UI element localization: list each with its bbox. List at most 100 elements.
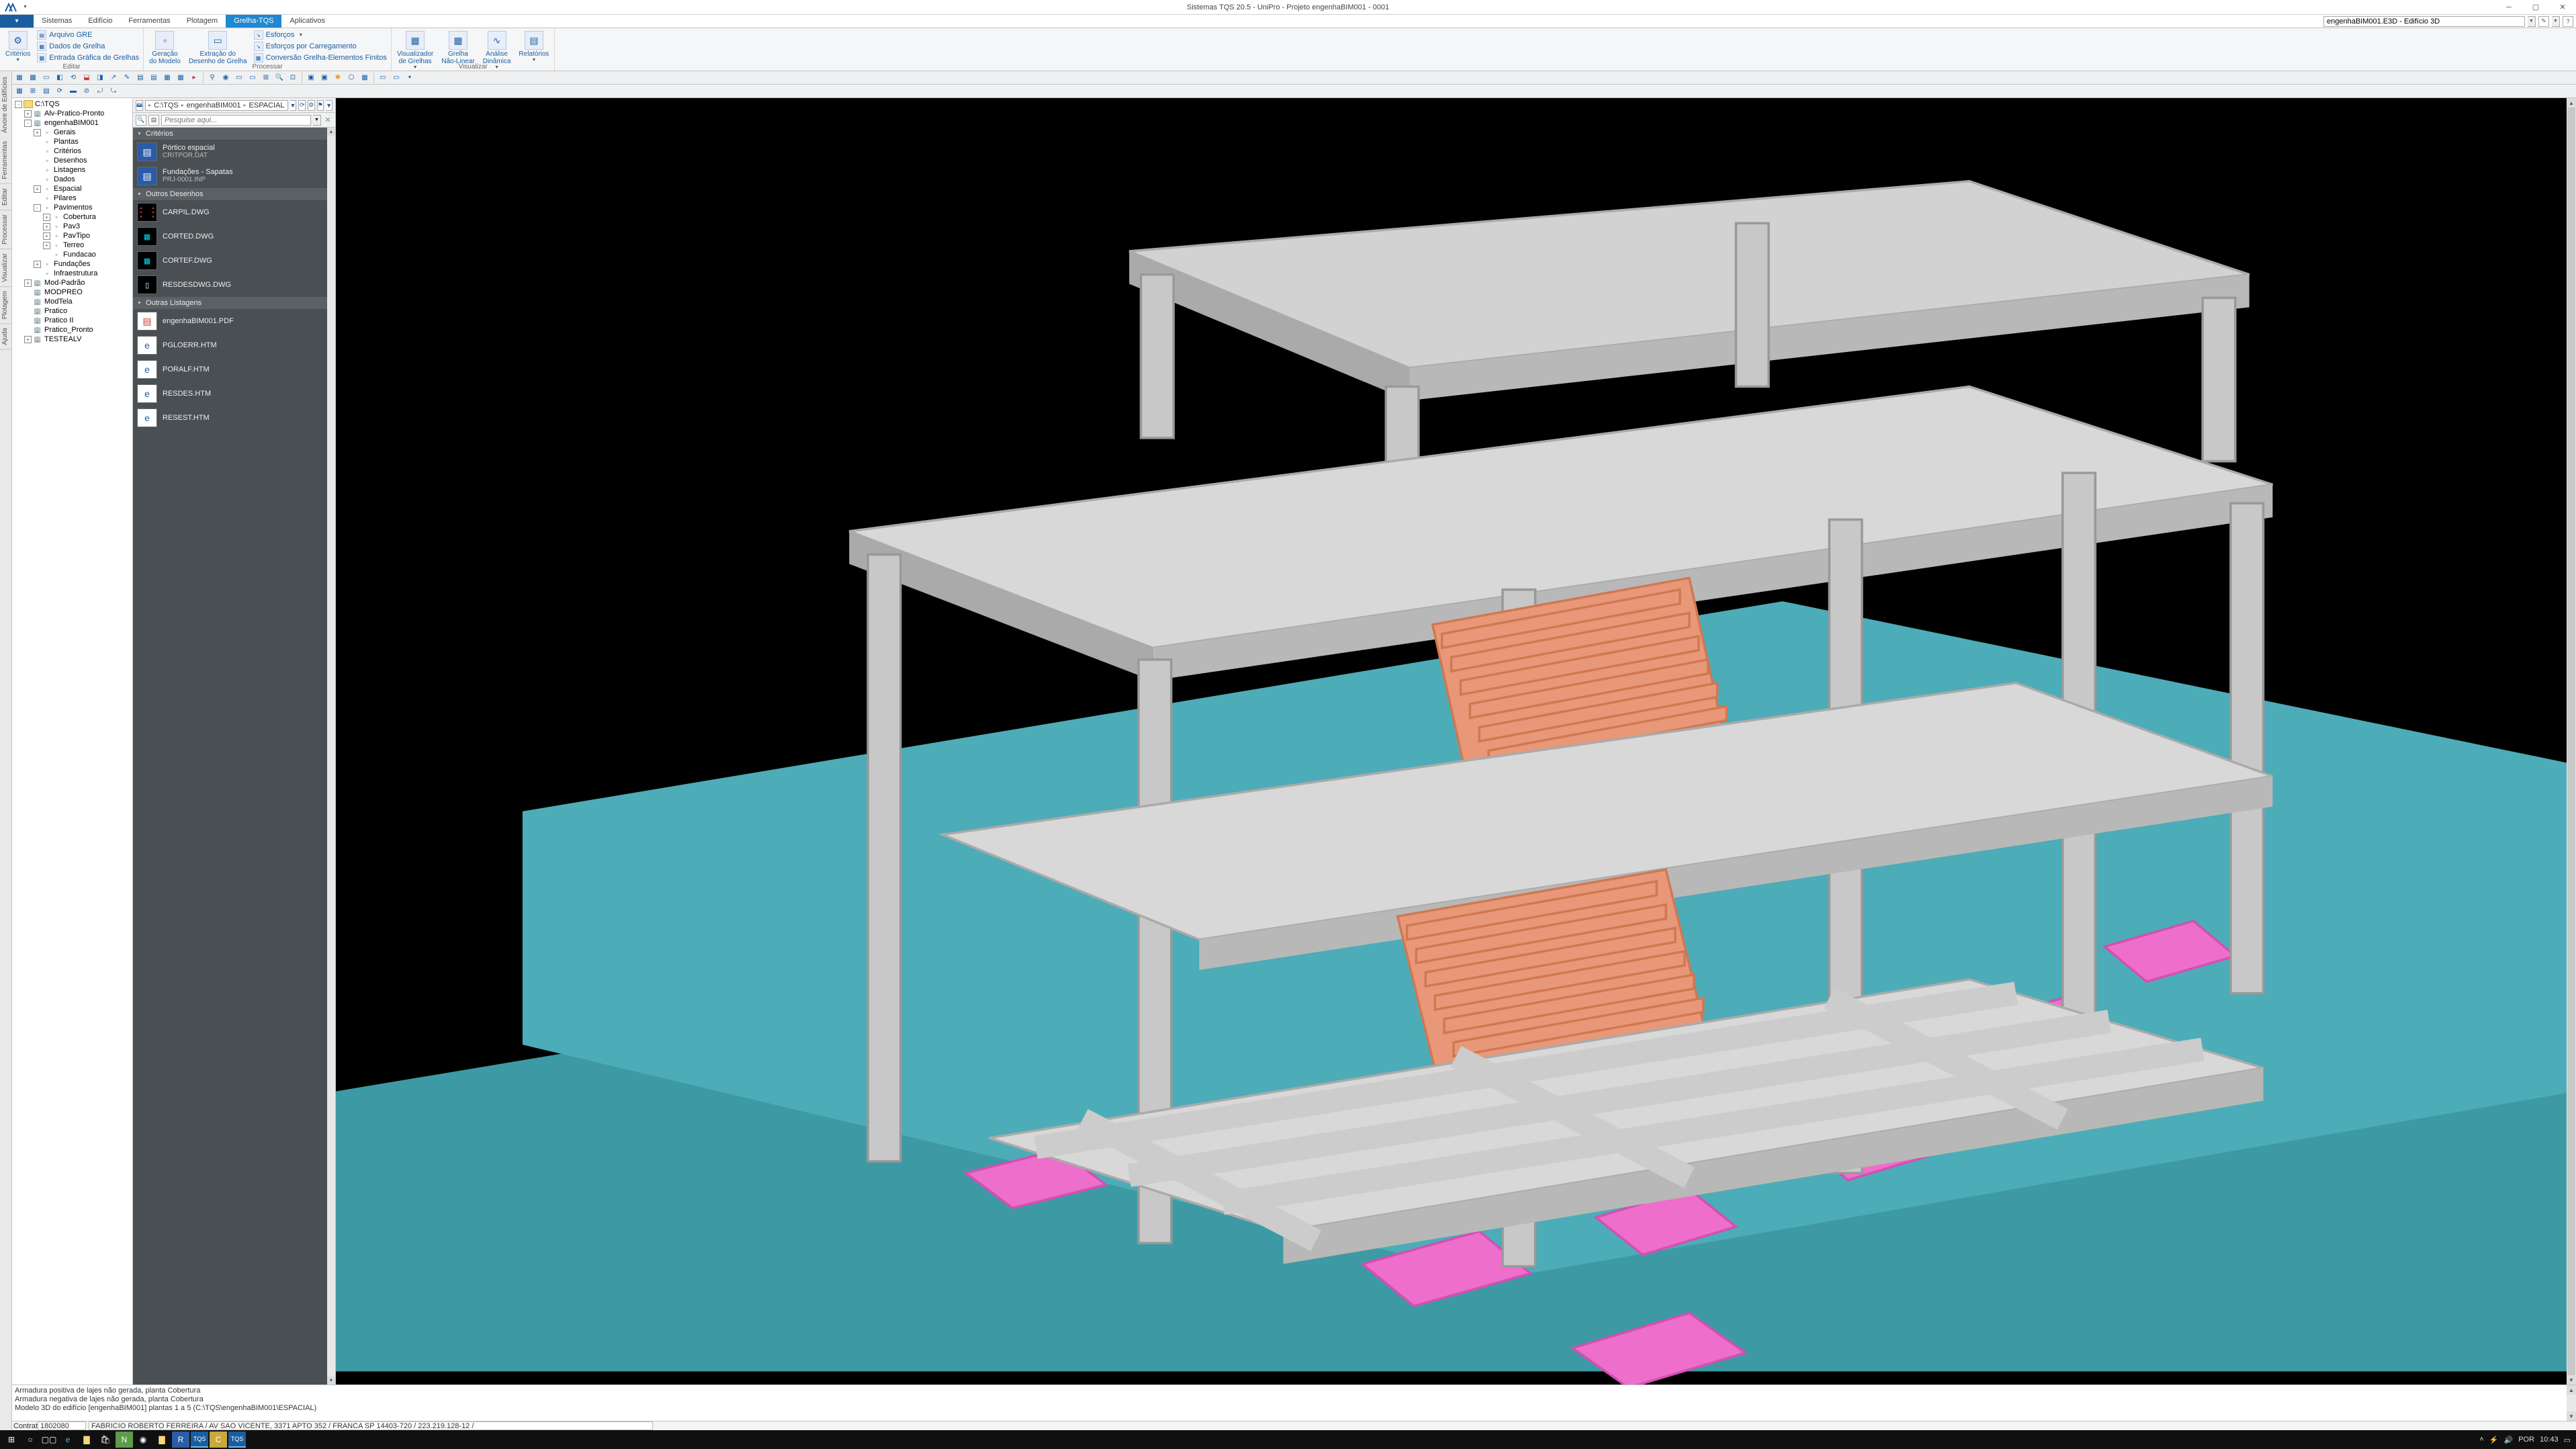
vtab-ferramentas[interactable]: Ferramentas — [0, 137, 11, 184]
tool-icon[interactable]: ▦ — [175, 73, 187, 83]
tree-node[interactable]: +▫Cobertura — [12, 212, 132, 222]
tool-icon[interactable]: ▭ — [377, 73, 389, 83]
tab-edificio[interactable]: Edifício — [80, 15, 120, 28]
vtab-processar[interactable]: Processar — [0, 210, 11, 249]
expand-icon[interactable]: - — [34, 204, 41, 212]
tool-icon[interactable]: ◨ — [94, 73, 106, 83]
nav-section-header[interactable]: ▼Critérios — [133, 128, 335, 140]
tray-lang[interactable]: POR — [2518, 1436, 2534, 1444]
filter-icon[interactable]: ▤ — [148, 115, 159, 126]
tool-icon[interactable]: ⊞ — [27, 86, 39, 97]
dropdown-icon[interactable]: ▼ — [23, 5, 28, 9]
extracao-desenho-button[interactable]: ▭ Extração do Desenho de Grelha — [187, 30, 249, 65]
context-selector[interactable] — [2323, 16, 2525, 27]
tqs-icon[interactable]: TQS — [191, 1432, 208, 1448]
breadcrumb-path[interactable]: ▸ C:\TQS ▸ engenhaBIM001 ▸ ESPACIAL — [145, 100, 287, 111]
tree-node[interactable]: +🏢TESTEALV — [12, 335, 132, 344]
tool-icon[interactable]: ▦ — [359, 73, 371, 83]
tool-icon[interactable]: ⊡ — [287, 73, 299, 83]
vtab-plotagem[interactable]: Plotagem — [0, 287, 11, 324]
tool-icon[interactable]: ⚲ — [206, 73, 218, 83]
navigator-scrollbar[interactable]: ▲ ▼ — [327, 128, 335, 1385]
tool-icon[interactable]: ⊞ — [260, 73, 272, 83]
nav-item[interactable]: ▤Fundações - SapatasPRJ-0001.INP — [133, 164, 335, 188]
taskview-icon[interactable]: ▢▢ — [40, 1432, 58, 1448]
context-dropdown-icon[interactable]: ▼ — [2528, 16, 2536, 27]
nav-item[interactable]: ▤Pórtico espacialCRITPOR.DAT — [133, 140, 335, 164]
viewport-3d[interactable]: ▲ ▼ — [336, 98, 2576, 1385]
nav-item[interactable]: ▦CORTEF.DWG — [133, 249, 335, 273]
tool-icon[interactable]: ◧ — [54, 73, 66, 83]
nav-item[interactable]: ▤engenhaBIM001.PDF — [133, 309, 335, 333]
tree-node[interactable]: 🏢Pratico II — [12, 316, 132, 325]
tool-icon[interactable]: ▭ — [233, 73, 245, 83]
close-button[interactable]: ✕ — [2549, 0, 2576, 15]
expand-icon[interactable]: + — [24, 279, 32, 287]
tool-icon[interactable]: ⤿ — [107, 86, 120, 97]
maximize-button[interactable]: ▢ — [2522, 0, 2549, 15]
scroll-down-icon[interactable]: ▼ — [2567, 1411, 2576, 1421]
message-log[interactable]: Armadura positiva de lajes não gerada, p… — [12, 1385, 2576, 1421]
tree-node[interactable]: ▫Critérios — [12, 146, 132, 156]
tool-icon[interactable]: ▭ — [40, 73, 52, 83]
tray-time[interactable]: 10:43 — [2540, 1436, 2559, 1444]
tool-icon[interactable]: ✱ — [332, 73, 344, 83]
expand-icon[interactable]: - — [15, 101, 22, 108]
nav-section-header[interactable]: ▼Outras Listagens — [133, 297, 335, 309]
edit-dropdown-icon[interactable]: ▼ — [2552, 16, 2560, 27]
scroll-up-icon[interactable]: ▲ — [2567, 98, 2576, 107]
tab-aplicativos[interactable]: Aplicativos — [281, 15, 333, 28]
notifications-icon[interactable]: ▭ — [2564, 1436, 2571, 1444]
chrome-icon[interactable]: ◉ — [134, 1432, 152, 1448]
tree-node[interactable]: +▫Terreo — [12, 240, 132, 250]
scrollbar-thumb[interactable] — [2567, 107, 2575, 1375]
expand-icon[interactable]: + — [43, 223, 50, 230]
expand-icon[interactable]: + — [34, 185, 41, 193]
navigator-list[interactable]: ▼Critérios▤Pórtico espacialCRITPOR.DAT▤F… — [133, 128, 335, 1385]
scroll-up-icon[interactable]: ▲ — [327, 128, 335, 136]
tree-node[interactable]: ▫Plantas — [12, 137, 132, 146]
tool-icon[interactable]: ▭ — [247, 73, 259, 83]
vtab-ajuda[interactable]: Ajuda — [0, 324, 11, 350]
gear-icon[interactable]: ⚙ — [308, 100, 315, 111]
tab-ferramentas[interactable]: Ferramentas — [120, 15, 178, 28]
search-icon[interactable]: 🔍 — [136, 115, 146, 126]
expand-icon[interactable]: + — [43, 242, 50, 249]
tree-node[interactable]: +▫Fundações — [12, 259, 132, 269]
tree-node[interactable]: 🏢MODPREO — [12, 288, 132, 297]
tree-node[interactable]: ▫Dados — [12, 175, 132, 184]
tray-chevron-icon[interactable]: ˄ — [2479, 1436, 2483, 1444]
edge-icon[interactable]: e — [59, 1432, 77, 1448]
tree-node[interactable]: ▫Pilares — [12, 193, 132, 203]
clear-search-icon[interactable]: ✕ — [323, 116, 332, 125]
tool-icon[interactable]: ▦ — [13, 73, 26, 83]
store-icon[interactable]: 🛍 — [97, 1432, 114, 1448]
edit-icon[interactable]: ✎ — [2538, 16, 2549, 27]
scroll-down-icon[interactable]: ▼ — [327, 1376, 335, 1385]
tool-icon[interactable]: ▦ — [13, 86, 26, 97]
nav-section-header[interactable]: ▼Outros Desenhos — [133, 188, 335, 200]
scroll-down-icon[interactable]: ▼ — [2567, 1375, 2576, 1385]
app-icon[interactable]: N — [116, 1432, 133, 1448]
volume-icon[interactable]: 🔊 — [2504, 1436, 2514, 1444]
start-button[interactable]: ⊞ — [3, 1432, 20, 1448]
tree-node[interactable]: -C:\TQS — [12, 99, 132, 109]
flag-dropdown-icon[interactable]: ▼ — [326, 100, 332, 111]
tool-icon[interactable]: ▤ — [134, 73, 146, 83]
minimize-button[interactable]: ─ — [2495, 0, 2522, 15]
project-tree[interactable]: -C:\TQS+🏢Alv-Pratico-Pronto-🏢engenhaBIM0… — [12, 98, 133, 1385]
tree-node[interactable]: ▫Listagens — [12, 165, 132, 175]
dados-grelha-button[interactable]: ▦Dados de Grelha — [37, 41, 139, 52]
viewport-scrollbar[interactable]: ▲ ▼ — [2567, 98, 2576, 1385]
messages-scrollbar[interactable]: ▲ ▼ — [2567, 1385, 2576, 1421]
nav-item[interactable]: eRESEST.HTM — [133, 406, 335, 430]
tab-grelha-tqs[interactable]: Grelha-TQS — [226, 15, 281, 28]
vtab-editar[interactable]: Editar — [0, 184, 11, 210]
tool-icon[interactable]: ⬡ — [345, 73, 357, 83]
tree-node[interactable]: +▫Pav3 — [12, 222, 132, 231]
conversao-fem-button[interactable]: ▩Conversão Grelha-Elementos Finitos — [254, 52, 387, 63]
tool-icon[interactable]: ◉ — [220, 73, 232, 83]
tool-icon[interactable]: ⤾ — [94, 86, 106, 97]
file-tab[interactable]: ▾ — [0, 15, 34, 28]
drive-icon[interactable]: 🖴 — [136, 100, 143, 111]
